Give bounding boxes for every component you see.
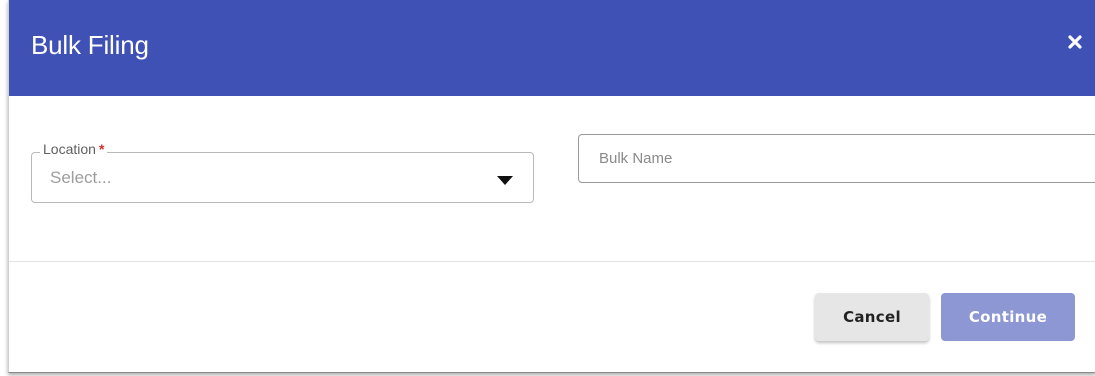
- location-select-value: Select...: [50, 168, 112, 187]
- close-icon: [1068, 35, 1082, 49]
- close-button[interactable]: [1065, 32, 1085, 52]
- dialog-header: Bulk Filing: [9, 0, 1095, 96]
- bulk-name-input[interactable]: [579, 135, 1095, 182]
- dialog-title: Bulk Filing: [31, 30, 149, 60]
- cancel-button[interactable]: Cancel: [815, 293, 929, 341]
- continue-button[interactable]: Continue: [941, 293, 1075, 341]
- location-label: Location *: [40, 140, 108, 158]
- required-marker: *: [98, 141, 105, 157]
- footer-divider: [9, 261, 1095, 262]
- dialog-body: Location * Select...: [9, 96, 1095, 261]
- caret-down-icon: [497, 176, 513, 185]
- bulk-filing-dialog: Bulk Filing Location* Select... Cancel C…: [8, 0, 1095, 373]
- bulk-name-field: [578, 134, 1095, 183]
- location-select[interactable]: Location * Select...: [31, 140, 534, 203]
